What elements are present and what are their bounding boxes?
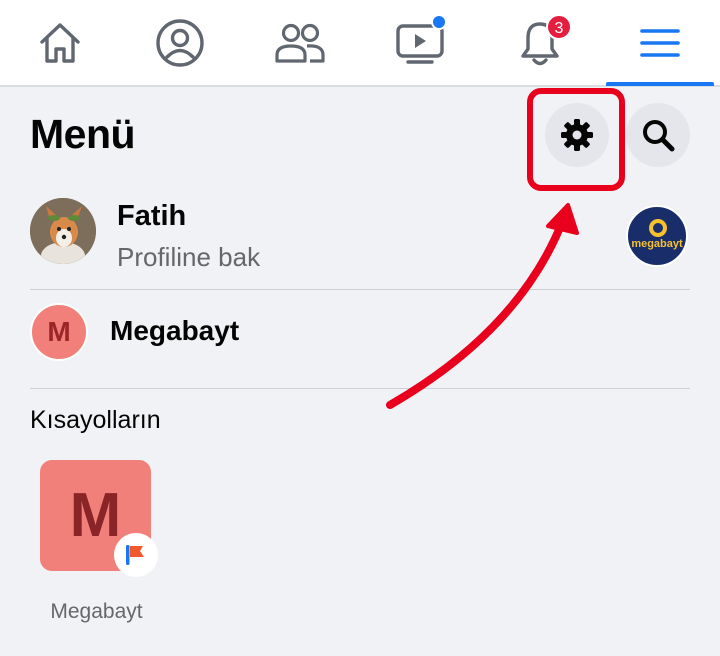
nav-tab-watch[interactable] (360, 0, 480, 85)
megabayt-logo-icon (649, 219, 667, 237)
shortcuts-heading: Kısayolların (30, 406, 161, 434)
shortcut-label[interactable]: Megabayt (30, 600, 163, 624)
avatar[interactable] (30, 198, 96, 264)
menu-icon (640, 28, 680, 57)
watch-new-dot (431, 14, 447, 30)
search-icon (643, 120, 675, 152)
view-profile-link[interactable]: Profiline bak (117, 242, 260, 273)
nav-tab-menu[interactable] (600, 0, 720, 85)
flag-icon (126, 545, 144, 565)
highlight-box (527, 88, 625, 191)
nav-tab-friends[interactable] (240, 0, 360, 85)
page-switch-avatar[interactable]: megabayt (626, 205, 688, 267)
divider (30, 289, 690, 290)
profile-name[interactable]: Fatih (117, 200, 186, 233)
page-avatar[interactable]: M (30, 303, 88, 361)
home-icon (40, 22, 80, 63)
page-title: Menü (30, 111, 136, 157)
top-navigation-bar: 3 (0, 0, 720, 87)
nav-tab-home[interactable] (0, 0, 120, 85)
profile-icon (156, 18, 204, 67)
notification-count-badge: 3 (546, 14, 572, 40)
nav-tab-notifications[interactable] (480, 0, 600, 85)
page-logo-text: megabayt (631, 238, 683, 250)
divider (30, 388, 690, 389)
nav-tab-profile[interactable] (120, 0, 240, 85)
active-tab-indicator (606, 82, 714, 86)
search-button[interactable] (626, 103, 690, 167)
page-name[interactable]: Megabayt (110, 315, 239, 347)
friends-icon (275, 23, 325, 63)
page-flag-badge (114, 533, 158, 577)
dog-avatar-image (30, 198, 96, 264)
